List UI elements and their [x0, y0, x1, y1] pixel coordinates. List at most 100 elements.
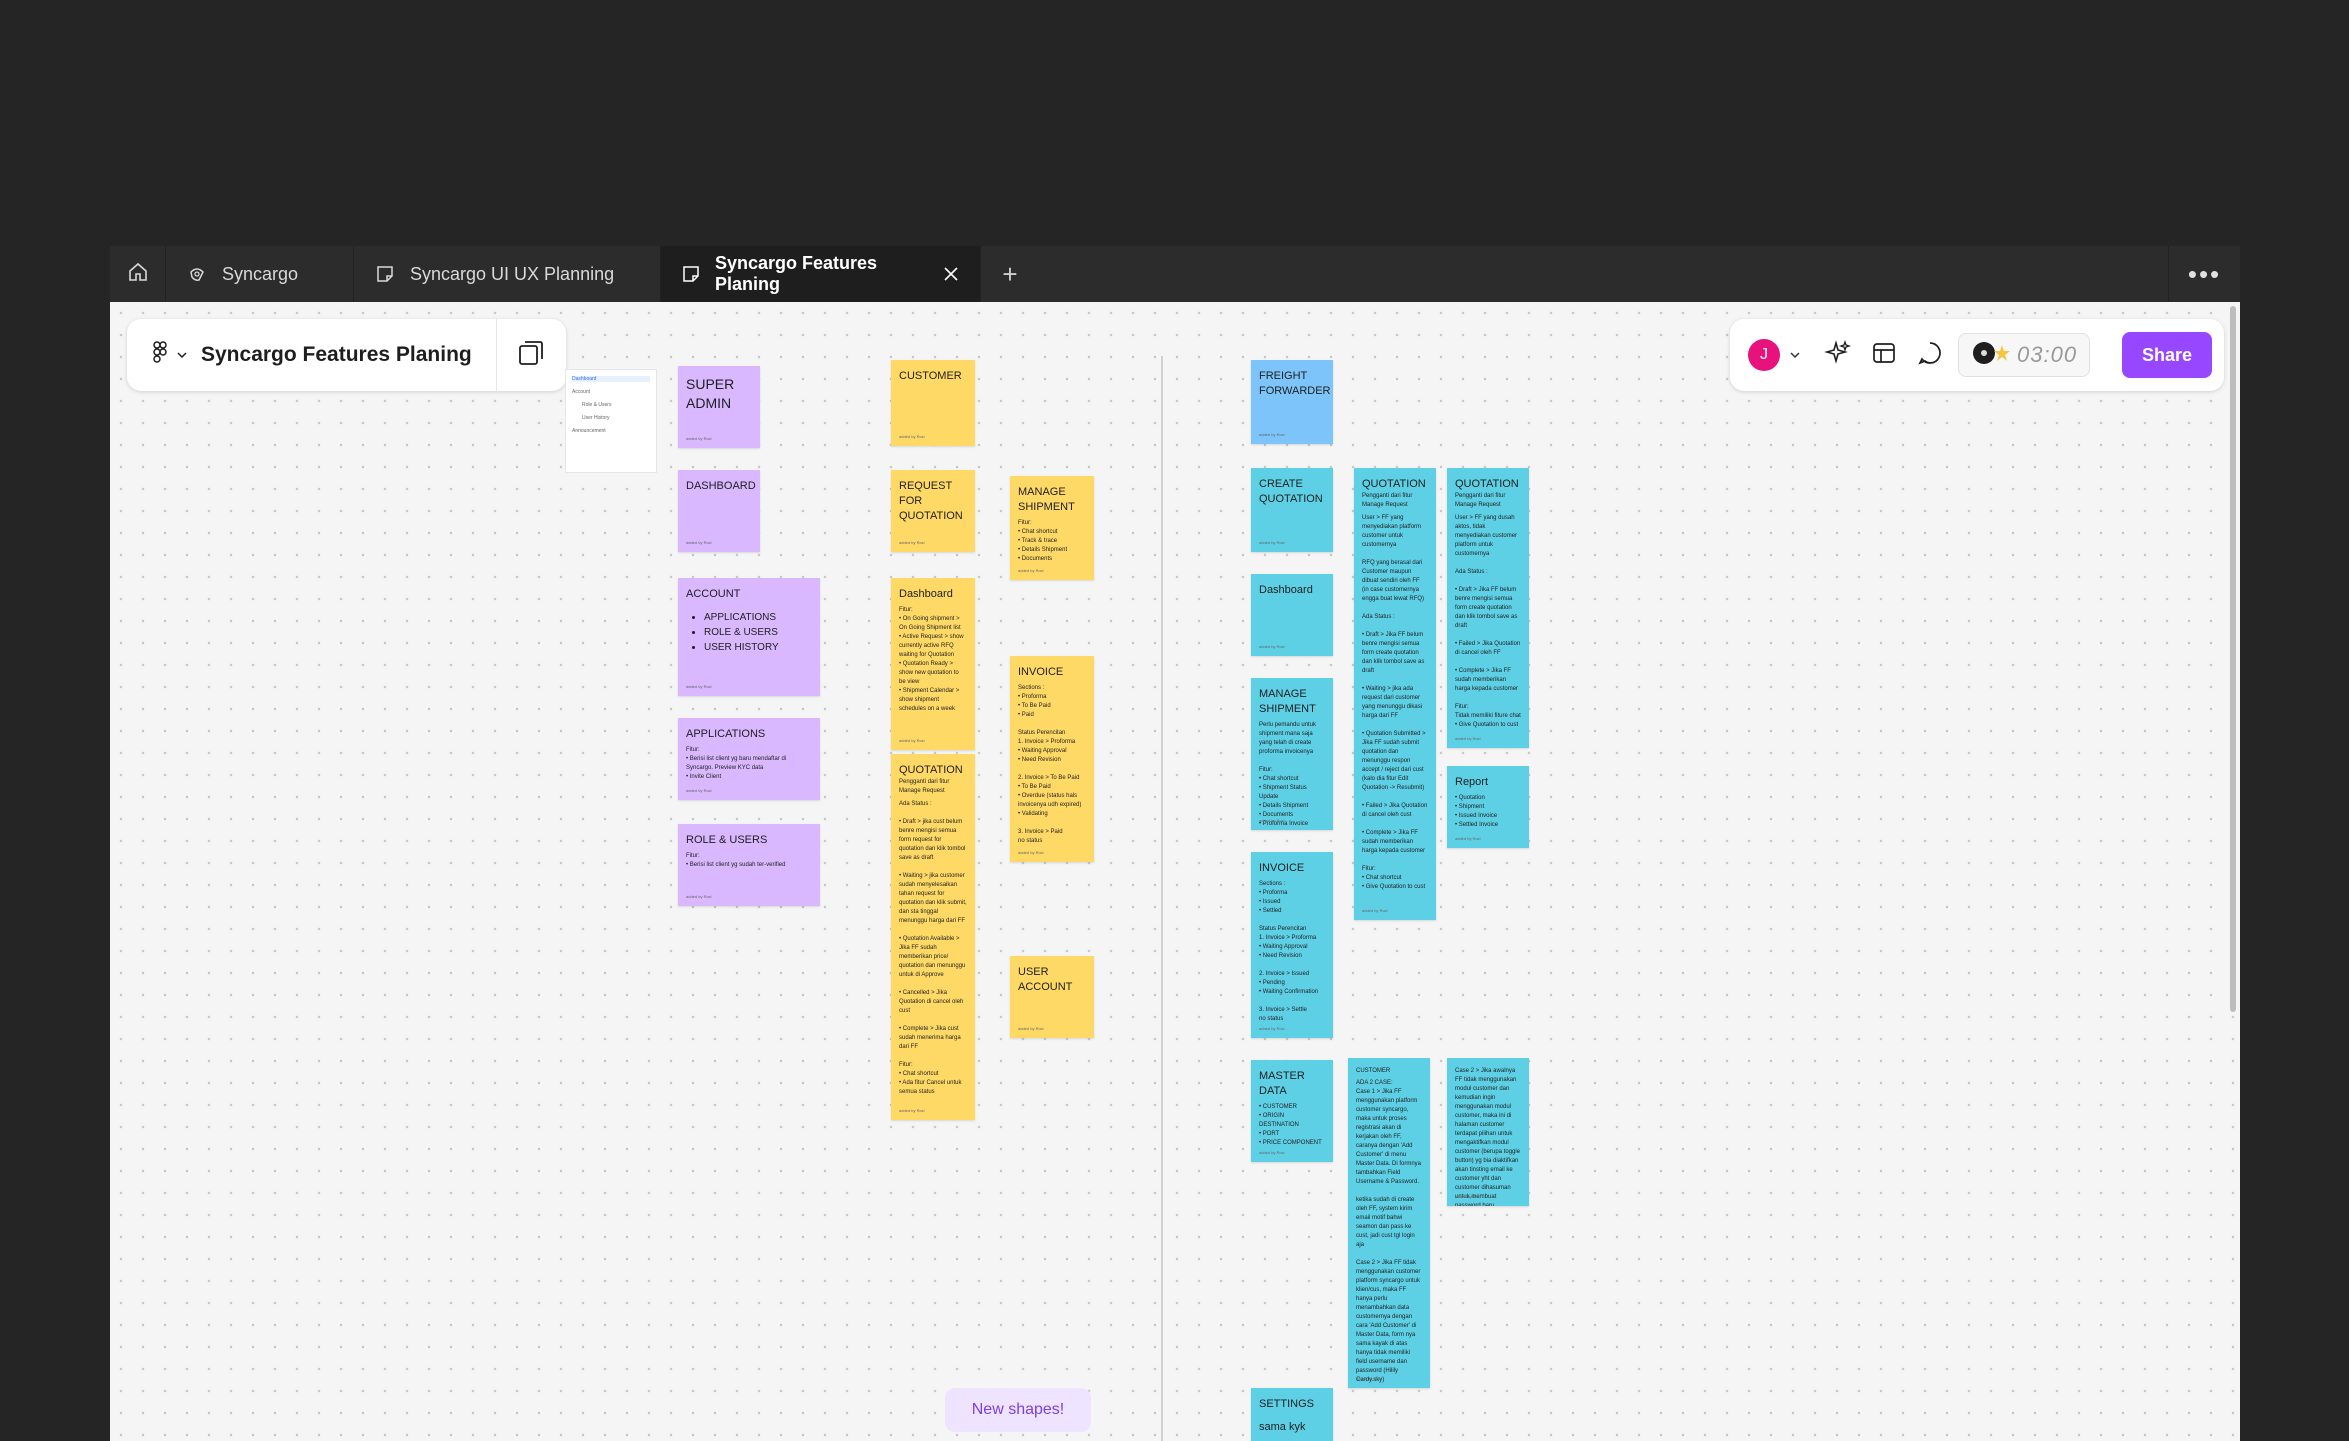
tab-syncargo-features-planing[interactable]: Syncargo Features Planing — [661, 246, 981, 302]
sticky-body: Sections : • Proforma • Issued • Settled… — [1259, 880, 1319, 1022]
sticky-quotation-ff-1[interactable]: QUOTATION Pengganti dari fitur Manage Re… — [1354, 468, 1436, 920]
star-icon — [1993, 344, 2011, 367]
sticky-meta: added by Rozi — [1259, 540, 1285, 546]
main-menu-button[interactable] — [127, 340, 201, 371]
sticky-manage-shipment[interactable]: MANAGE SHIPMENT Fitur: • Chat shortcut •… — [1010, 476, 1094, 580]
sticky-meta: added by Rozi — [1259, 1150, 1285, 1156]
tab-syncargo[interactable]: Syncargo — [166, 246, 354, 302]
pages-button[interactable] — [495, 319, 566, 391]
sticky-applications[interactable]: APPLICATIONS Fitur: • Berisi list client… — [678, 718, 820, 800]
tab-bar: Syncargo Syncargo UI UX Planning Syncarg… — [110, 246, 2240, 302]
section-divider — [1161, 356, 1163, 1441]
sticky-create-quotation[interactable]: CREATE QUOTATION added by Rozi — [1251, 468, 1333, 552]
close-icon[interactable] — [941, 263, 960, 285]
sticky-manage-shipment-ff[interactable]: MANAGE SHIPMENT Perlu pemandu untuk ship… — [1251, 678, 1333, 830]
sticky-title: ACCOUNT — [686, 588, 741, 600]
sticky-title: FREIGHT FORWARDER — [1259, 370, 1331, 397]
sticky-meta: added by Rozi — [1018, 568, 1044, 574]
home-tab[interactable] — [110, 246, 166, 302]
sticky-account[interactable]: ACCOUNT APPLICATIONS ROLE & USERS USER H… — [678, 578, 820, 696]
sticky-case-2[interactable]: Case 2 > Jika awalnya FF tidak menggunak… — [1447, 1058, 1529, 1206]
sticky-title: CUSTOMER — [899, 370, 962, 382]
new-tab-button[interactable]: + — [981, 246, 1039, 302]
sticky-role-users[interactable]: ROLE & USERS Fitur: • Berisi list client… — [678, 824, 820, 906]
thumbnail-item: Role & Users — [582, 402, 612, 408]
sticky-meta: added by Rozi — [686, 788, 712, 794]
more-options-button[interactable]: ••• — [2168, 246, 2240, 302]
sticky-title: MASTER DATA — [1259, 1070, 1305, 1097]
sticky-quotation-ff-2[interactable]: QUOTATION Pengganti dari fitur Manage Re… — [1447, 468, 1529, 748]
sticky-meta: added by Rozi — [1362, 908, 1388, 914]
figjam-file-icon — [681, 263, 701, 285]
sticky-meta: added by Rozi — [1259, 1026, 1285, 1032]
sticky-meta: added by Rozi — [1455, 736, 1481, 742]
sticky-super-admin[interactable]: SUPER ADMIN added by Rozi — [678, 366, 760, 448]
sticky-request-quotation[interactable]: REQUEST FOR QUOTATION added by Rozi — [891, 470, 975, 552]
tab-label: Syncargo UI UX Planning — [410, 263, 615, 284]
sticky-body: sama kyk — [1259, 1420, 1306, 1433]
sticky-body: Fitur: • Berisi list client yg baru mend… — [686, 746, 787, 780]
menu-thumbnail[interactable]: Dashboard Account Role & Users User Hist… — [565, 369, 657, 473]
whiteboard-canvas[interactable]: Syncargo Features Planing J 03:00 Share … — [110, 302, 2240, 1441]
sticky-settings[interactable]: SETTINGS sama kyk — [1251, 1388, 1333, 1441]
sticky-title: DASHBOARD — [686, 480, 756, 492]
vertical-scrollbar[interactable] — [2230, 306, 2236, 1012]
sticky-meta: added by Rozi — [1018, 1026, 1044, 1032]
sticky-title: SETTINGS — [1259, 1398, 1315, 1410]
avatar[interactable]: J — [1748, 339, 1780, 371]
sticky-meta: added by Rozi — [686, 436, 712, 442]
layout-button[interactable] — [1866, 337, 1902, 373]
sticky-body: Case 2 > Jika awalnya FF tidak menggunak… — [1455, 1068, 1521, 1206]
ai-sparkle-button[interactable] — [1820, 337, 1856, 373]
thumbnail-item: Account — [572, 389, 591, 395]
sticky-body: Fitur: • Berisi list client yg sudah ter… — [686, 852, 786, 868]
share-button[interactable]: Share — [2121, 332, 2212, 378]
figma-menu-icon — [151, 340, 171, 371]
sticky-title: INVOICE — [1018, 666, 1064, 678]
sticky-body: ADA 2 CASE: Case 1 > Jika FF menggunakan… — [1356, 1080, 1422, 1384]
sparkle-icon — [1824, 339, 1852, 372]
timer-widget[interactable]: 03:00 — [1958, 333, 2091, 377]
sticky-freight-forwarder[interactable]: FREIGHT FORWARDER added by Rozi — [1251, 360, 1333, 444]
thumbnail-item: Announcement — [572, 428, 606, 434]
sticky-title: Dashboard — [899, 588, 953, 600]
right-toolbar: J 03:00 Share — [1730, 319, 2224, 391]
sticky-meta: added by Rozi — [1259, 818, 1285, 824]
file-title[interactable]: Syncargo Features Planing — [201, 343, 496, 367]
sticky-meta: added by Rozi — [899, 540, 925, 546]
sticky-body: Sections : • Proforma • To Be Paid • Pai… — [1018, 684, 1082, 844]
sticky-user-account[interactable]: USER ACCOUNT added by Rozi — [1010, 956, 1094, 1038]
sticky-quotation-customer[interactable]: QUOTATION Pengganti dari fitur Manage Re… — [891, 754, 975, 1120]
sticky-title: CUSTOMER — [1356, 1068, 1391, 1074]
account-list: APPLICATIONS ROLE & USERS USER HISTORY — [704, 610, 812, 655]
chevron-down-icon[interactable] — [1790, 346, 1800, 364]
sticky-dashboard-customer[interactable]: Dashboard Fitur: • On Going shipment > O… — [891, 578, 975, 750]
sticky-master-data[interactable]: MASTER DATA • CUSTOMER • ORIGIN DESTINAT… — [1251, 1060, 1333, 1162]
sticky-body: • Quotation • Shipment • Issued Invoice … — [1455, 794, 1499, 828]
sticky-invoice-ff[interactable]: INVOICE Sections : • Proforma • Issued •… — [1251, 852, 1333, 1038]
comment-button[interactable] — [1912, 337, 1948, 373]
sticky-body: Ada Status : • Draft > jika cust belum b… — [899, 800, 967, 1095]
figjam-file-icon — [374, 263, 396, 285]
sticky-dashboard-ff[interactable]: Dashboard added by Rozi — [1251, 574, 1333, 656]
home-icon — [127, 261, 149, 288]
layout-icon — [1871, 340, 1897, 371]
sticky-meta: added by Rozi — [686, 894, 712, 900]
sticky-meta: added by Rozi — [686, 540, 712, 546]
sticky-title: REQUEST FOR QUOTATION — [899, 480, 963, 522]
sticky-invoice-customer[interactable]: INVOICE Sections : • Proforma • To Be Pa… — [1010, 656, 1094, 862]
sticky-meta: added by Rozi — [1259, 644, 1285, 650]
sticky-report[interactable]: Report • Quotation • Shipment • Issued I… — [1447, 766, 1529, 848]
sticky-customer-cases[interactable]: CUSTOMER ADA 2 CASE: Case 1 > Jika FF me… — [1348, 1058, 1430, 1388]
sticky-title: ROLE & USERS — [686, 834, 768, 846]
list-item: USER HISTORY — [704, 640, 812, 655]
tab-syncargo-ui-ux-planning[interactable]: Syncargo UI UX Planning — [354, 246, 661, 302]
new-shapes-banner[interactable]: New shapes! — [945, 1388, 1091, 1432]
sticky-subtitle: Pengganti dari fitur Manage Request — [899, 778, 950, 794]
sticky-customer[interactable]: CUSTOMER added by Rozi — [891, 360, 975, 446]
sticky-body: Fitur: • On Going shipment > On Going Sh… — [899, 606, 964, 712]
sticky-dashboard[interactable]: DASHBOARD added by Rozi — [678, 470, 760, 552]
sticky-meta: added by Rozi — [899, 738, 925, 744]
sticky-meta: added by Rozi — [899, 434, 925, 440]
sticky-body: User > FF yang dusah aktos, tidak menyed… — [1455, 514, 1521, 728]
